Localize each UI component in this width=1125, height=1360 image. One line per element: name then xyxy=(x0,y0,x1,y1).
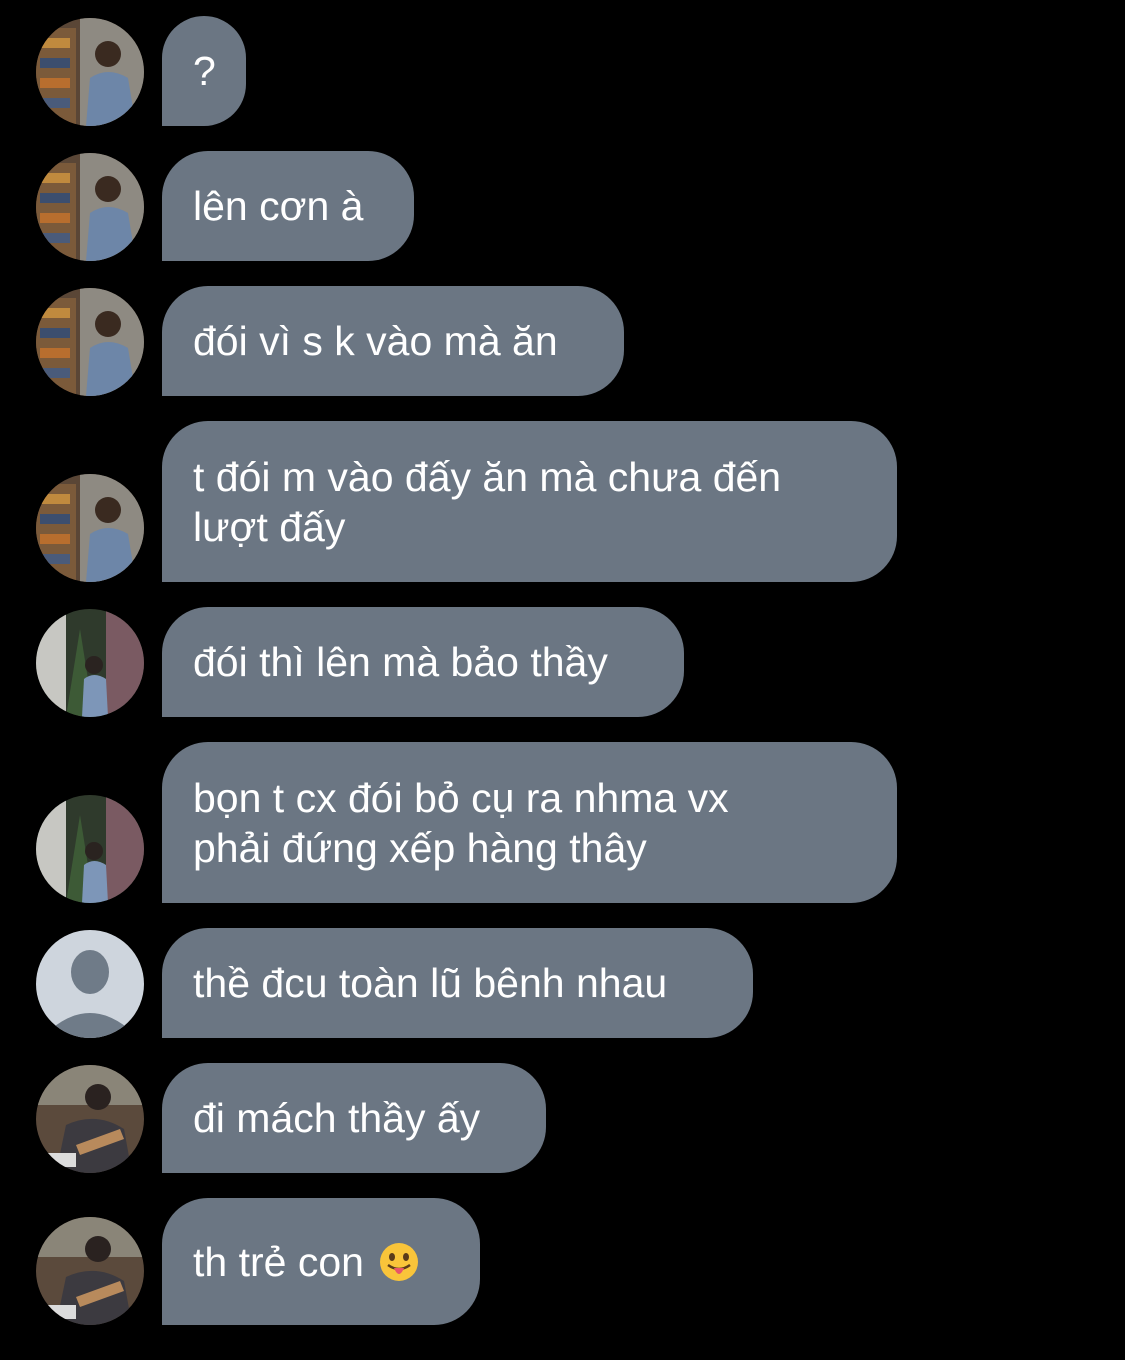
message-bubble[interactable]: thề đcu toàn lũ bênh nhau xyxy=(162,928,753,1038)
avatar[interactable] xyxy=(36,18,144,126)
user-photo-icon xyxy=(36,1065,144,1173)
message-bubble[interactable]: ? xyxy=(162,16,246,126)
message-bubble[interactable]: bọn t cx đói bỏ cụ ra nhma vx phải đứng … xyxy=(162,742,897,903)
message-text: lên cơn à xyxy=(193,183,364,229)
avatar[interactable] xyxy=(36,609,144,717)
user-photo-icon xyxy=(36,795,144,903)
message-row: th trẻ con xyxy=(0,1198,1125,1325)
user-photo-icon xyxy=(36,609,144,717)
user-photo-icon xyxy=(36,1217,144,1325)
tongue-out-emoji-icon xyxy=(380,1242,419,1281)
message-bubble[interactable]: đói thì lên mà bảo thầy xyxy=(162,607,684,717)
message-row: t đói m vào đấy ăn mà chưa đến lượt đấy xyxy=(0,421,1125,582)
message-row: đói thì lên mà bảo thầy xyxy=(0,607,1125,717)
message-text: đói thì lên mà bảo thầy xyxy=(193,639,608,685)
user-photo-icon xyxy=(36,18,144,126)
message-text: bọn t cx đói bỏ cụ ra nhma vx phải đứng … xyxy=(193,774,729,871)
message-bubble[interactable]: đi mách thầy ấy xyxy=(162,1063,546,1173)
default-avatar[interactable] xyxy=(36,930,144,1038)
message-bubble[interactable]: lên cơn à xyxy=(162,151,414,261)
message-text: ? xyxy=(193,48,216,94)
avatar[interactable] xyxy=(36,474,144,582)
user-photo-icon xyxy=(36,153,144,261)
avatar[interactable] xyxy=(36,1065,144,1173)
message-row: đi mách thầy ấy xyxy=(0,1063,1125,1173)
message-row: ? xyxy=(0,16,1125,126)
message-row: bọn t cx đói bỏ cụ ra nhma vx phải đứng … xyxy=(0,742,1125,903)
avatar[interactable] xyxy=(36,153,144,261)
message-text: thề đcu toàn lũ bênh nhau xyxy=(193,960,668,1006)
user-photo-icon xyxy=(36,288,144,396)
message-row: lên cơn à xyxy=(0,151,1125,261)
avatar[interactable] xyxy=(36,288,144,396)
message-bubble[interactable]: th trẻ con xyxy=(162,1198,480,1325)
default-avatar-icon xyxy=(36,930,144,1038)
user-photo-icon xyxy=(36,474,144,582)
avatar[interactable] xyxy=(36,1217,144,1325)
message-text: đi mách thầy ấy xyxy=(193,1095,481,1141)
message-bubble[interactable]: t đói m vào đấy ăn mà chưa đến lượt đấy xyxy=(162,421,897,582)
message-text: t đói m vào đấy ăn mà chưa đến lượt đấy xyxy=(193,453,782,550)
message-text: th trẻ con xyxy=(193,1237,419,1287)
message-bubble[interactable]: đói vì s k vào mà ăn xyxy=(162,286,624,396)
message-text-content: th trẻ con xyxy=(193,1238,364,1285)
message-text: đói vì s k vào mà ăn xyxy=(193,318,558,364)
avatar[interactable] xyxy=(36,795,144,903)
message-row: đói vì s k vào mà ăn xyxy=(0,286,1125,396)
message-row: thề đcu toàn lũ bênh nhau xyxy=(0,928,1125,1038)
